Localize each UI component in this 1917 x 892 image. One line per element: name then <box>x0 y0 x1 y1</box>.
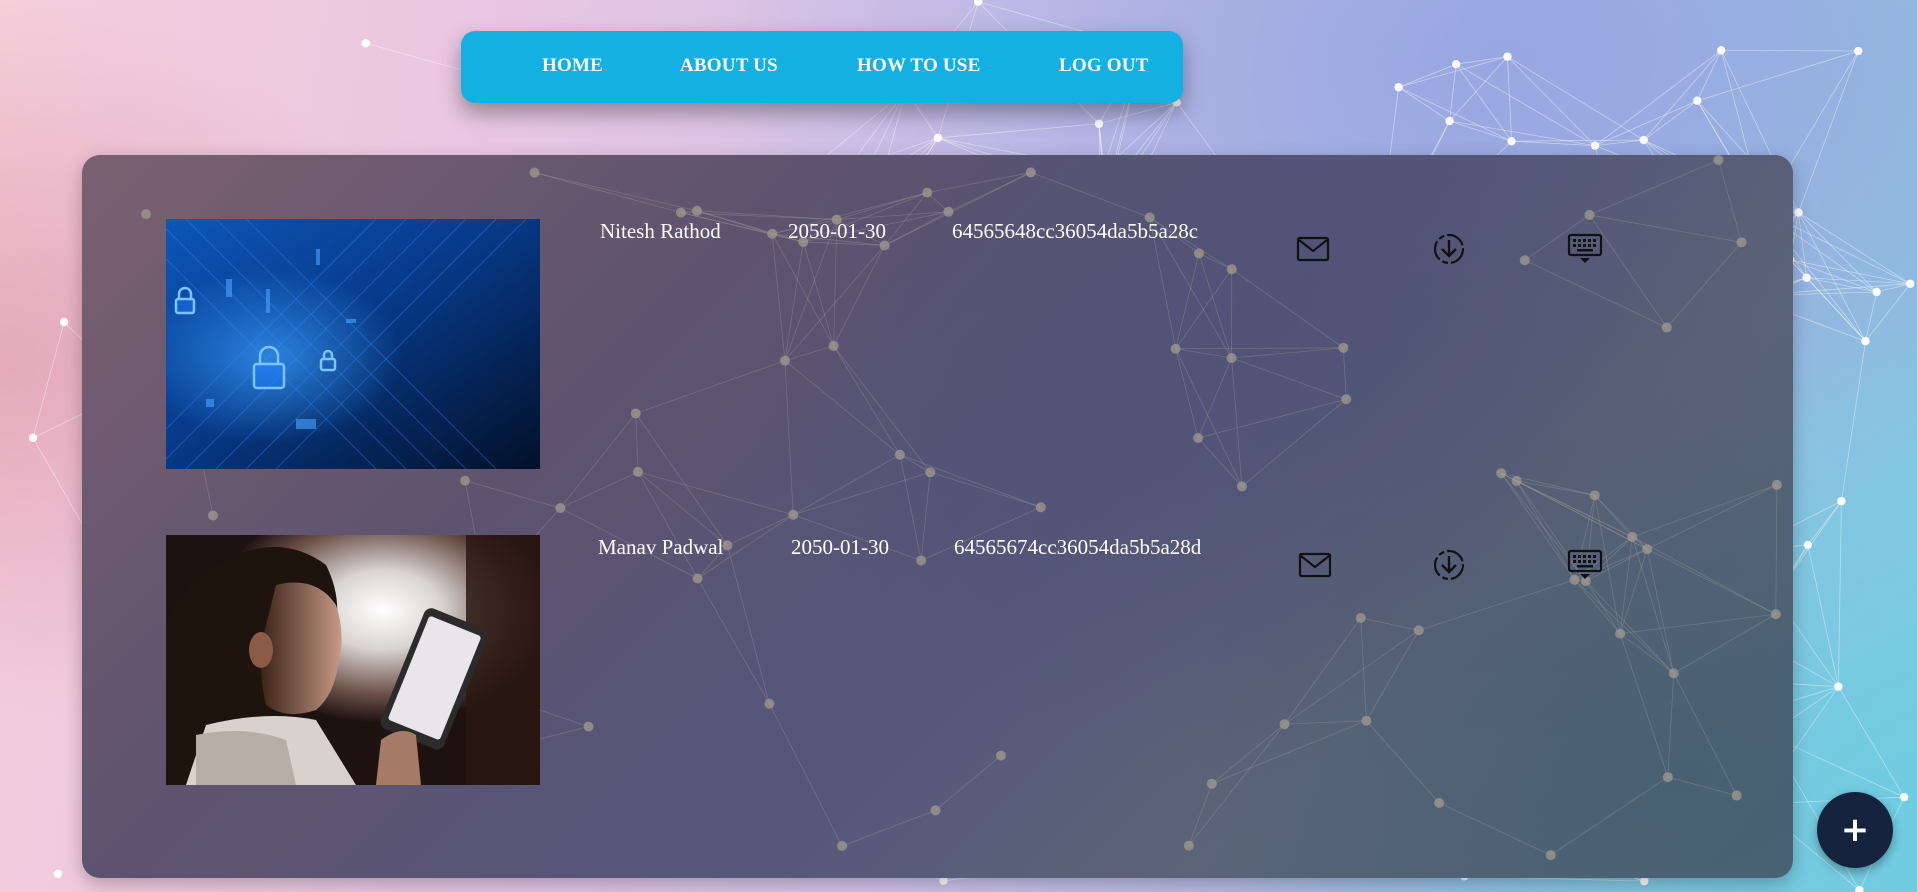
nav-how-to-use-link[interactable]: HOW TO USE <box>857 55 980 77</box>
nav-about-us-link[interactable]: ABOUT US <box>680 55 778 77</box>
record-thumbnail-child-with-tablet <box>166 535 540 785</box>
record-date: 2050-01-30 <box>791 535 889 559</box>
record-row: Manav Padwal 2050-01-30 64565674cc36054d… <box>82 535 1793 785</box>
keyboard-icon[interactable] <box>1567 231 1603 267</box>
record-name: Nitesh Rathod <box>600 219 721 243</box>
mail-icon[interactable] <box>1295 231 1331 267</box>
mail-icon[interactable] <box>1297 547 1333 583</box>
nav-log-out-link[interactable]: LOG OUT <box>1059 55 1149 77</box>
nav-home-link[interactable]: HOME <box>542 55 603 77</box>
record-thumbnail-cyber-security <box>166 219 540 469</box>
record-date: 2050-01-30 <box>788 219 886 243</box>
add-record-button[interactable]: + <box>1817 792 1893 868</box>
records-panel: Nitesh Rathod 2050-01-30 64565648cc36054… <box>82 155 1793 878</box>
download-circle-icon[interactable] <box>1431 547 1467 583</box>
record-id: 64565674cc36054da5b5a28d <box>954 535 1202 559</box>
record-id: 64565648cc36054da5b5a28c <box>952 219 1199 243</box>
record-name: Manav Padwal <box>598 535 724 559</box>
keyboard-icon[interactable] <box>1567 547 1603 583</box>
download-circle-icon[interactable] <box>1431 231 1467 267</box>
record-row: Nitesh Rathod 2050-01-30 64565648cc36054… <box>82 219 1793 469</box>
top-navigation-bar: HOME ABOUT US HOW TO USE LOG OUT <box>461 31 1183 103</box>
